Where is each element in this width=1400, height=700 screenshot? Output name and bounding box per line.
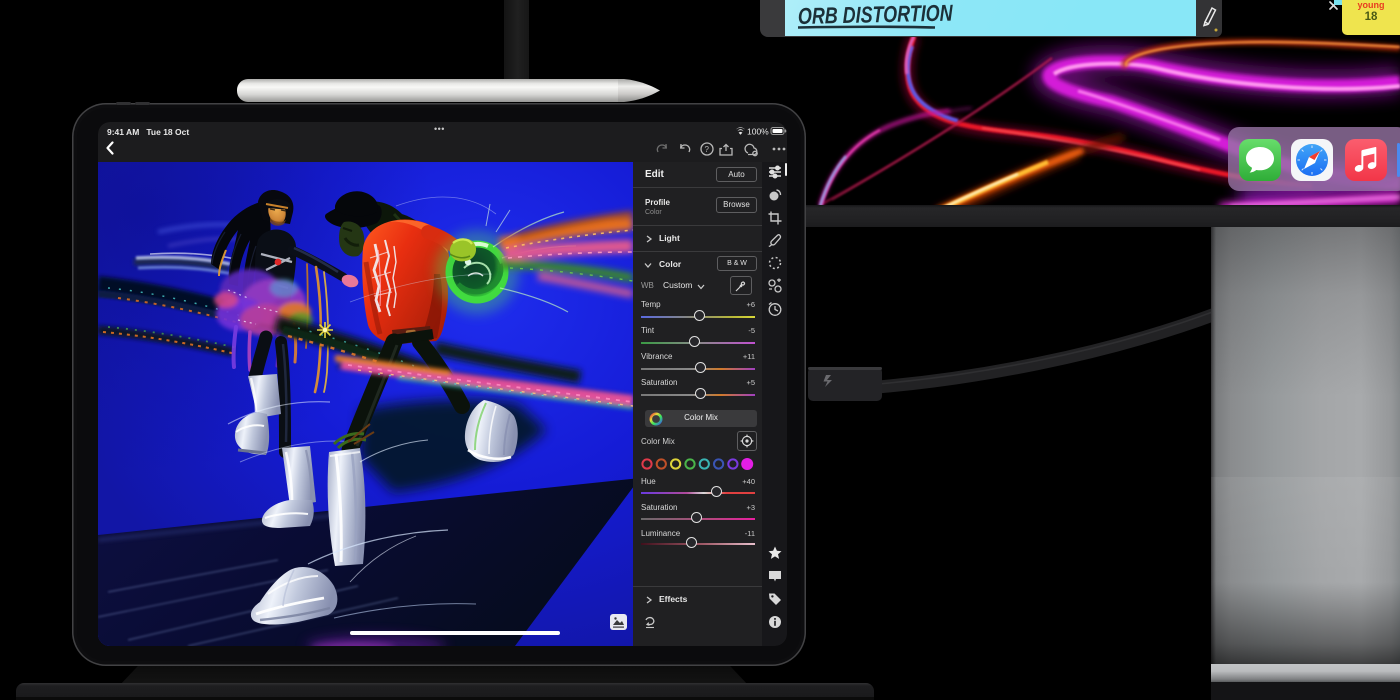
svg-text:ORB DISTORTION: ORB DISTORTION <box>798 0 954 29</box>
svg-text:100%: 100% <box>747 127 769 137</box>
svg-text:?: ? <box>705 145 710 154</box>
